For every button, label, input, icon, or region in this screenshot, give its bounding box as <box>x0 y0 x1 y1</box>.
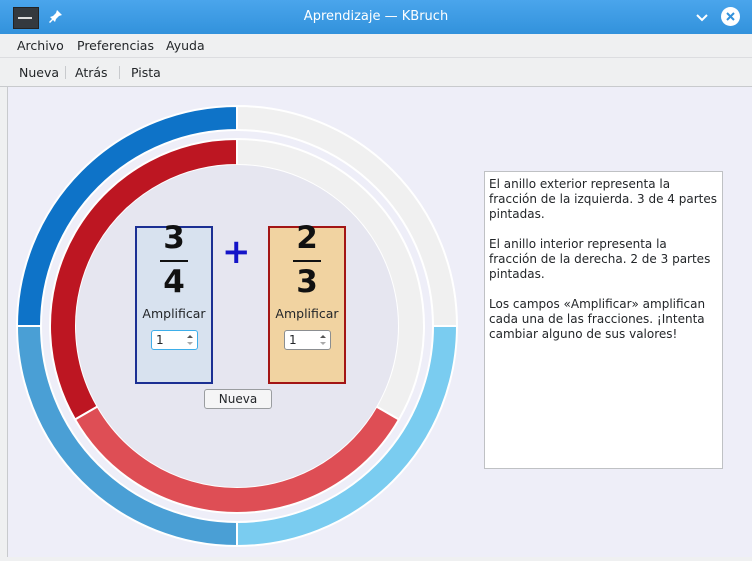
plus-operator: + <box>222 232 251 272</box>
window-bottom-edge <box>0 557 752 561</box>
right-amplify-spinbox[interactable]: 1 <box>284 330 331 350</box>
right-amplify-label: Amplificar <box>275 306 339 321</box>
right-fraction-bar <box>293 260 321 262</box>
left-amplify-label: Amplificar <box>142 306 206 321</box>
ring-center-disc <box>76 165 398 487</box>
left-amplify-spinbox[interactable]: 1 <box>151 330 198 350</box>
info-paragraph: Los campos «Amplificar» amplifican cada … <box>489 297 706 341</box>
left-amplify-value[interactable]: 1 <box>156 333 164 347</box>
left-fraction-bar <box>160 260 188 262</box>
right-fraction-box: 2 3 Amplificar 1 <box>268 220 346 384</box>
right-amplify-value[interactable]: 1 <box>289 333 297 347</box>
right-denominator: 3 <box>296 264 318 300</box>
right-numerator: 2 <box>296 220 318 256</box>
info-paragraph: El anillo interior representa la fracció… <box>489 237 711 281</box>
spin-arrows-icon[interactable] <box>318 333 328 347</box>
spin-arrows-icon[interactable] <box>185 333 195 347</box>
left-denominator: 4 <box>163 264 185 300</box>
new-exercise-button[interactable]: Nueva <box>204 389 272 409</box>
left-fraction-box: 3 4 Amplificar 1 <box>135 220 213 384</box>
left-numerator: 3 <box>163 220 185 256</box>
info-paragraph: El anillo exterior representa la fracció… <box>489 177 717 221</box>
info-panel: El anillo exterior representa la fracció… <box>484 171 723 469</box>
